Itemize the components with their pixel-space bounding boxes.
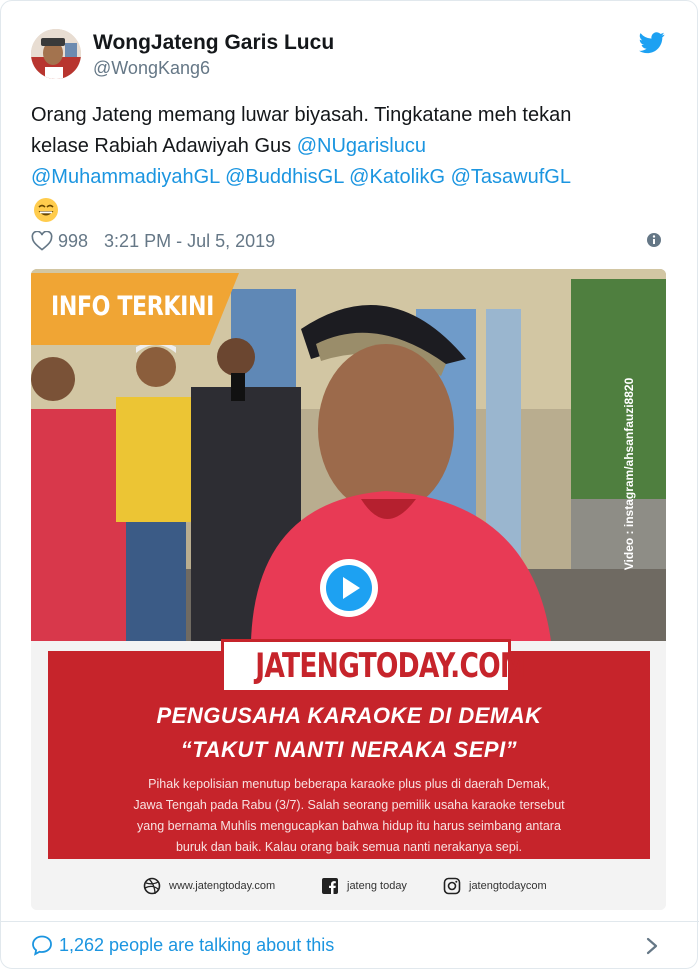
dribbble-globe-icon	[143, 877, 161, 895]
info-badge: INFO TERKINI	[31, 273, 239, 345]
news-body-line-1: Pihak kepolisian menutup beberapa karaok…	[148, 777, 550, 791]
mention-muhammadiyahgl[interactable]: @MuhammadiyahGL	[31, 166, 220, 188]
news-headline-1: PENGUSAHA KARAOKE DI DEMAK	[156, 703, 542, 728]
speech-bubble-icon	[32, 935, 52, 956]
tweet-text-line2: kelase Rabiah Adawiyah Gus	[31, 135, 297, 157]
conversation-link[interactable]: 1,262 people are talking about this	[31, 934, 334, 956]
tweet-meta: 998 3:21 PM - Jul 5, 2019	[31, 229, 275, 253]
news-body-line-3: yang bernama Muhlis mengucapkan bahwa hi…	[137, 819, 561, 833]
watermark-text: Video : instagram/ahsanfauzi8820	[622, 377, 636, 571]
mention-katolikg[interactable]: @KatolikG	[349, 166, 445, 188]
twitter-bird-icon[interactable]	[639, 32, 665, 54]
footer-instagram-text: jatengtodaycom	[469, 880, 547, 892]
footer-facebook: jateng today	[321, 877, 407, 895]
author-name[interactable]: WongJateng Garis Lucu	[93, 31, 334, 55]
grinning-face-emoji-icon	[34, 198, 58, 222]
news-panel: JATENGTODAY.COM PENGUSAHA KARAOKE DI DEM…	[31, 639, 666, 910]
news-body-line-4: buruk dan baik. Kalau orang baik semua n…	[175, 840, 523, 854]
jatengtoday-logo: JATENGTODAY.COM	[221, 639, 526, 693]
tweet-text-line1: Orang Jateng memang luwar biyasah. Tingk…	[31, 104, 572, 126]
conversation-label[interactable]: 1,262 people are talking about this	[59, 935, 334, 956]
mention-nugarislucu[interactable]: @NUgarislucu	[297, 135, 426, 157]
footer-website: www.jatengtoday.com	[143, 877, 275, 895]
divider	[1, 921, 699, 922]
news-red-box: JATENGTODAY.COM PENGUSAHA KARAOKE DI DEM…	[48, 639, 650, 859]
video-frame[interactable]: INFO TERKINI Video : instagram/ahsanfauz…	[31, 269, 666, 641]
info-icon[interactable]	[645, 231, 663, 249]
author-handle[interactable]: @WongKang6	[93, 58, 210, 79]
like-count[interactable]: 998	[58, 231, 88, 252]
avatar[interactable]	[31, 29, 81, 79]
video-watermark: Video : instagram/ahsanfauzi8820	[619, 349, 639, 599]
play-icon[interactable]	[326, 565, 372, 611]
footer-website-text: www.jatengtoday.com	[169, 880, 276, 892]
timestamp[interactable]: 3:21 PM - Jul 5, 2019	[104, 231, 275, 252]
tweet-card: WongJateng Garis Lucu @WongKang6 Orang J…	[0, 0, 699, 969]
news-headline-2: “TAKUT NANTI NERAKA SEPI”	[180, 737, 518, 762]
media-video[interactable]: INFO TERKINI Video : instagram/ahsanfauz…	[31, 269, 666, 910]
mention-tasawufgl[interactable]: @TasawufGL	[451, 166, 571, 188]
instagram-icon	[443, 877, 461, 895]
logo-text: JATENGTODAY.COM	[255, 646, 526, 686]
mention-buddhisgl[interactable]: @BuddhisGL	[225, 166, 344, 188]
footer-instagram: jatengtodaycom	[443, 877, 547, 895]
footer-facebook-text: jateng today	[347, 880, 407, 892]
news-footer: www.jatengtoday.com jateng today jatengt…	[31, 877, 666, 901]
facebook-icon	[322, 878, 338, 894]
heart-icon[interactable]	[31, 231, 53, 251]
info-badge-label: INFO TERKINI	[51, 291, 214, 322]
news-body-line-2: Jawa Tengah pada Rabu (3/7). Salah seora…	[133, 798, 565, 812]
play-button[interactable]	[320, 559, 378, 617]
tweet-text: Orang Jateng memang luwar biyasah. Tingk…	[31, 100, 671, 225]
chevron-right-icon[interactable]	[645, 936, 659, 956]
